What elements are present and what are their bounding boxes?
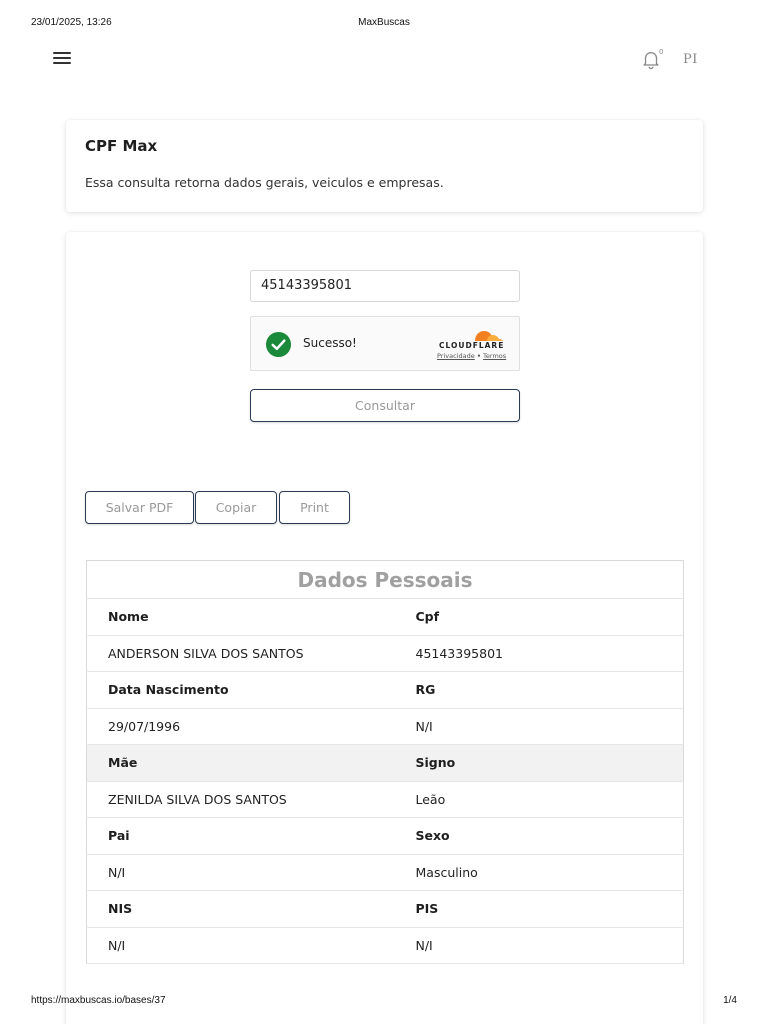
dados-pessoais-table: Dados Pessoais Nome Cpf ANDERSON SILVA D… xyxy=(86,560,684,964)
field-label: PIS xyxy=(411,890,684,928)
table-row: ZENILDA SILVA DOS SANTOS Leão xyxy=(86,781,684,818)
field-value: 45143395801 xyxy=(411,635,684,672)
captcha-status: Sucesso! xyxy=(303,336,357,350)
query-card: 45143395801 Sucesso! CLOUDFLARE Privacid… xyxy=(66,232,703,1024)
table-row: Mãe Signo xyxy=(86,744,684,782)
table-row: Pai Sexo xyxy=(86,817,684,855)
print-button[interactable]: Print xyxy=(279,491,350,524)
copy-button[interactable]: Copiar xyxy=(195,491,277,524)
field-value: N/I xyxy=(411,927,684,964)
field-value: Leão xyxy=(411,781,684,818)
field-label: RG xyxy=(411,671,684,709)
page-description: Essa consulta retorna dados gerais, veic… xyxy=(85,175,444,190)
field-value: N/I xyxy=(86,854,412,891)
table-row: 29/07/1996 N/I xyxy=(86,708,684,745)
table-row: N/I Masculino xyxy=(86,854,684,891)
cloudflare-captcha[interactable]: Sucesso! CLOUDFLARE Privacidade • Termos xyxy=(250,316,520,371)
terms-link[interactable]: Termos xyxy=(483,352,506,360)
cloudflare-wordmark: CLOUDFLARE xyxy=(439,341,505,350)
field-label: Pai xyxy=(86,817,412,855)
field-label: Mãe xyxy=(86,744,412,782)
table-row: NIS PIS xyxy=(86,890,684,928)
table-row: Data Nascimento RG xyxy=(86,671,684,709)
field-label: Signo xyxy=(411,744,684,782)
link-separator: • xyxy=(476,352,481,360)
field-value: 29/07/1996 xyxy=(86,708,412,745)
field-label: Data Nascimento xyxy=(86,671,412,709)
cpf-input[interactable]: 45143395801 xyxy=(250,270,520,302)
info-card: CPF Max Essa consulta retorna dados gera… xyxy=(66,120,703,212)
field-value: ZENILDA SILVA DOS SANTOS xyxy=(86,781,412,818)
print-url: https://maxbuscas.io/bases/37 xyxy=(31,995,166,1006)
save-pdf-button[interactable]: Salvar PDF xyxy=(85,491,194,524)
field-label: Nome xyxy=(86,598,412,636)
consultar-button[interactable]: Consultar xyxy=(250,389,520,422)
hamburger-menu-icon[interactable] xyxy=(53,52,71,66)
notification-count: 0 xyxy=(659,48,664,56)
field-value: ANDERSON SILVA DOS SANTOS xyxy=(86,635,412,672)
field-value: N/I xyxy=(411,708,684,745)
captcha-links: Privacidade • Termos xyxy=(437,352,506,360)
page-title: CPF Max xyxy=(85,137,158,155)
table-row: ANDERSON SILVA DOS SANTOS 45143395801 xyxy=(86,635,684,672)
field-value: N/I xyxy=(86,927,412,964)
field-label: Sexo xyxy=(411,817,684,855)
success-check-icon xyxy=(265,331,292,358)
print-page-number: 1/4 xyxy=(723,995,737,1006)
page: 23/01/2025, 13:26 MaxBuscas 0 PI CPF Max… xyxy=(0,0,768,1024)
table-row: Nome Cpf xyxy=(86,598,684,636)
field-label: NIS xyxy=(86,890,412,928)
field-value: Masculino xyxy=(411,854,684,891)
print-title: MaxBuscas xyxy=(358,17,410,28)
table-title: Dados Pessoais xyxy=(86,560,684,599)
table-row: N/I N/I xyxy=(86,927,684,964)
user-avatar[interactable]: PI xyxy=(683,52,698,67)
field-label: Cpf xyxy=(411,598,684,636)
privacy-link[interactable]: Privacidade xyxy=(437,352,475,360)
